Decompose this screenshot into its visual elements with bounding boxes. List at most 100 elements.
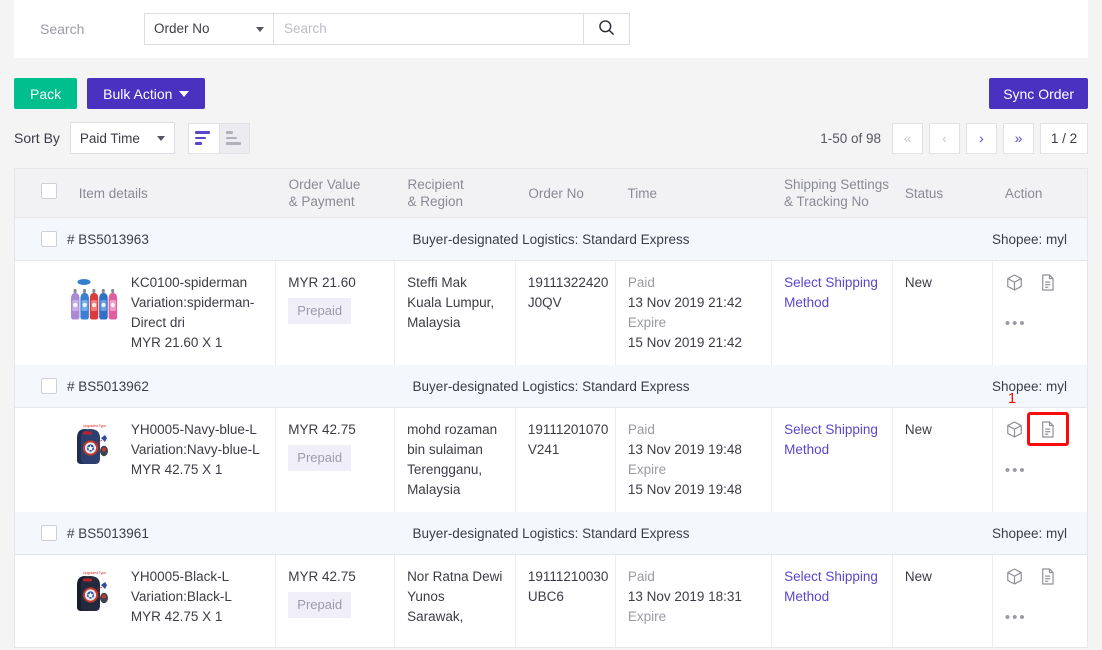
order-checkbox[interactable] xyxy=(41,525,57,541)
more-options-icon[interactable]: ••• xyxy=(1005,608,1075,628)
item-price-qty: MYR 21.60 X 1 xyxy=(130,335,223,350)
order-checkbox[interactable] xyxy=(41,378,57,394)
document-icon[interactable] xyxy=(1038,567,1057,586)
order-shop: Shopee: myl xyxy=(991,378,1067,394)
water-bottles-thumbnail xyxy=(66,273,119,325)
row-spacer-cell xyxy=(15,555,67,647)
sort-descending-button[interactable] xyxy=(187,122,219,154)
sync-order-button[interactable]: Sync Order xyxy=(989,78,1088,109)
table-row: KC0100-spiderman Variation:spiderman-Dire… xyxy=(15,261,1087,365)
recipient-name: Steffi Mak xyxy=(407,275,467,290)
paid-label: Paid xyxy=(627,275,655,290)
expire-time: 15 Nov 2019 21:42 xyxy=(627,335,742,350)
shipping-settings-cell: Select Shipping Method xyxy=(772,408,893,512)
pack-button[interactable]: Pack xyxy=(14,78,78,109)
header-item-details: Item details xyxy=(78,185,148,201)
navy-backpack-thumbnail: Upgraded Type Free xyxy=(66,420,119,472)
package-box-icon[interactable] xyxy=(1005,273,1024,292)
order-shop: Shopee: myl xyxy=(991,525,1067,541)
prev-page-button[interactable]: ‹ xyxy=(929,122,960,154)
recipient-region-line1: Kuala Lumpur, xyxy=(407,295,495,310)
shipping-settings-cell: Select Shipping Method xyxy=(772,555,893,647)
item-text: YH0005-Navy-blue-L Variation:Navy-blue-L M… xyxy=(131,420,260,480)
item-variation: Variation:spiderman-Direct dri xyxy=(130,295,255,330)
header-action: Action xyxy=(1004,185,1043,201)
header-order-no: Order No xyxy=(528,185,584,201)
shipping-settings-cell: Select Shipping Method xyxy=(772,261,893,365)
sort-by-label: Sort By xyxy=(14,130,60,146)
more-options-icon[interactable]: ••• xyxy=(1005,461,1075,481)
order-no-line1: 19111210030 xyxy=(527,569,609,584)
header-status: Status xyxy=(904,185,944,201)
bulk-action-button[interactable]: Bulk Action xyxy=(87,78,206,109)
status-badge: New xyxy=(904,275,932,290)
sort-ascending-icon xyxy=(225,131,233,134)
select-all-checkbox[interactable] xyxy=(41,183,57,199)
header-shipping-settings: Shipping Settings & Tracking No xyxy=(783,177,890,209)
order-no-line1: 19111322420 xyxy=(527,275,609,290)
item-details-cell: Upgraded Type Free YH0005-Navy-blue-L Varia… xyxy=(66,408,277,512)
order-id: # BS5013963 xyxy=(67,231,149,247)
item-details-cell: KC0100-spiderman Variation:spiderman-Dire… xyxy=(66,261,277,365)
order-value-cell: MYR 21.60 Prepaid xyxy=(276,261,396,365)
order-shop: Shopee: myl xyxy=(991,231,1067,247)
svg-text:Free: Free xyxy=(95,443,101,447)
recipient-name: mohd rozaman bin sulaiman xyxy=(407,422,498,457)
chevron-down-icon xyxy=(156,136,165,141)
package-box-icon[interactable] xyxy=(1005,567,1024,586)
order-no-cell: 19111201070 V241 xyxy=(516,408,616,512)
action-cell: ••• xyxy=(993,555,1087,647)
item-details-cell: Upgraded Type Free YH0005-Black-L Variation… xyxy=(66,555,277,647)
order-no-line2: J0QV xyxy=(527,295,562,310)
orders-list: # BS5013963 Buyer-designated Logistics: S… xyxy=(15,218,1087,647)
recipient-name: Nor Ratna Dewi Yunos xyxy=(407,569,503,604)
last-page-button[interactable]: » xyxy=(1003,122,1034,154)
search-group: Order No xyxy=(144,12,630,45)
order-checkbox-cell xyxy=(15,525,57,541)
search-input[interactable] xyxy=(274,12,584,45)
document-icon[interactable] xyxy=(1038,420,1057,439)
pagination-count: 1-50 of 98 xyxy=(820,130,881,146)
time-cell: Paid 13 Nov 2019 21:42 Expire 15 Nov 2019 2… xyxy=(616,261,773,365)
document-icon[interactable] xyxy=(1038,273,1057,292)
table-header-row: Item details Order Value & Payment Recip… xyxy=(15,169,1087,218)
order-value-cell: MYR 42.75 Prepaid xyxy=(276,408,396,512)
order-checkbox-cell xyxy=(15,231,57,247)
more-options-icon[interactable]: ••• xyxy=(1005,314,1075,334)
next-page-button[interactable]: › xyxy=(966,122,997,154)
select-shipping-method-link[interactable]: Select Shipping Method xyxy=(784,275,878,310)
order-no-line2: V241 xyxy=(527,442,560,457)
svg-text:Upgraded Type: Upgraded Type xyxy=(83,571,106,575)
package-box-icon[interactable] xyxy=(1005,420,1024,439)
search-label: Search xyxy=(40,20,85,37)
highlight-number: 1 xyxy=(1007,390,1017,407)
recipient-region-line2: Malaysia xyxy=(407,482,461,497)
select-all-checkbox-cell xyxy=(15,183,67,203)
item-name: YH0005-Black-L xyxy=(130,569,230,584)
paid-label: Paid xyxy=(627,569,655,584)
bulk-action-label: Bulk Action xyxy=(103,85,173,102)
first-page-button[interactable]: « xyxy=(892,122,923,154)
order-logistics: Buyer-designated Logistics: Standard Exp… xyxy=(412,231,690,247)
item-price-qty: MYR 42.75 X 1 xyxy=(130,462,223,477)
order-checkbox[interactable] xyxy=(41,231,57,247)
order-checkbox-cell xyxy=(15,378,57,394)
header-recipient: Recipient & Region xyxy=(407,177,464,209)
order-id: # BS5013962 xyxy=(67,378,149,394)
recipient-region-line2: Malaysia xyxy=(407,315,461,330)
order-block: # BS5013961 Buyer-designated Logistics: S… xyxy=(15,512,1087,647)
search-button[interactable] xyxy=(584,12,630,45)
payment-badge: Prepaid xyxy=(288,592,352,618)
search-field-select[interactable]: Order No xyxy=(144,12,274,45)
select-shipping-method-link[interactable]: Select Shipping Method xyxy=(784,569,878,604)
action-toolbar: Pack Bulk Action Sync Order xyxy=(0,58,1102,109)
select-shipping-method-link[interactable]: Select Shipping Method xyxy=(784,422,878,457)
sort-by-select[interactable]: Paid Time xyxy=(69,122,175,154)
search-icon xyxy=(597,18,616,40)
search-panel: Search Order No xyxy=(14,0,1088,58)
sort-ascending-button[interactable] xyxy=(218,122,250,154)
paid-time: 13 Nov 2019 18:31 xyxy=(627,589,742,604)
paid-time: 13 Nov 2019 19:48 xyxy=(627,442,742,457)
order-block: # BS5013962 Buyer-designated Logistics: S… xyxy=(15,365,1087,512)
recipient-cell: mohd rozaman bin sulaiman Terengganu, Mala… xyxy=(395,408,516,512)
